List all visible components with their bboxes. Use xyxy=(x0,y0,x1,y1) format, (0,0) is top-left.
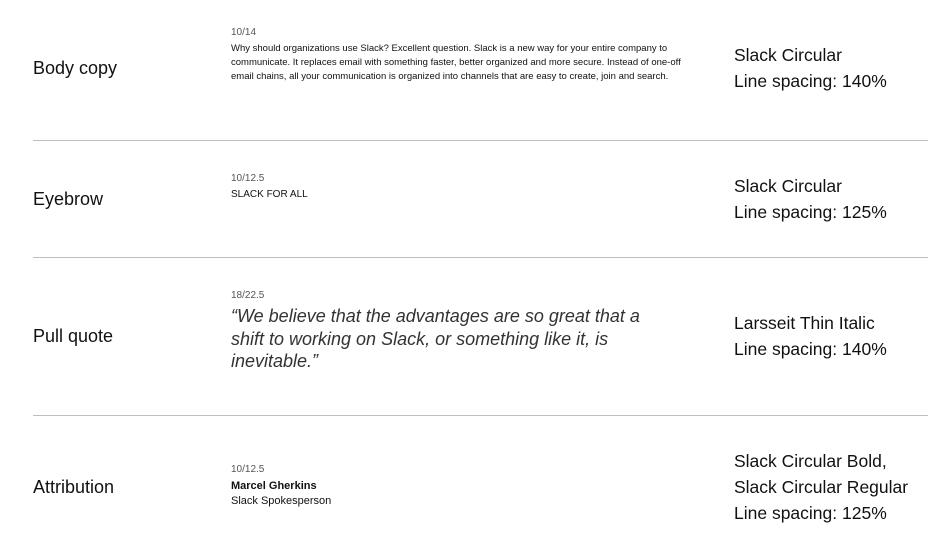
size-spec: 10/14 xyxy=(231,27,257,38)
type-row-attribution: Attribution 10/12.5 Marcel Gherkins Slac… xyxy=(33,416,928,552)
type-row-pull-quote: Pull quote 18/22.5 “We believe that the … xyxy=(33,258,928,415)
line-spacing: Line spacing: 140% xyxy=(734,71,887,91)
type-spec: 10/12.5 SLACK FOR ALL xyxy=(231,173,681,201)
sample-text: SLACK FOR ALL xyxy=(231,189,308,200)
font-info: Slack Circular Bold, Slack Circular Regu… xyxy=(734,448,908,526)
style-name: Body copy xyxy=(33,58,118,78)
type-row-body-copy: Body copy 10/14 Why should organizations… xyxy=(33,0,928,140)
size-spec: 18/22.5 xyxy=(231,290,265,301)
font-info: Larsseit Thin Italic Line spacing: 140% xyxy=(734,310,887,362)
sample-text: “We believe that the advantages are so g… xyxy=(231,306,640,371)
line-spacing: Line spacing: 125% xyxy=(734,503,887,523)
size-spec: 10/12.5 xyxy=(231,173,265,184)
line-spacing: Line spacing: 125% xyxy=(734,202,887,222)
font-name: Larsseit Thin Italic xyxy=(734,313,875,333)
style-name: Eyebrow xyxy=(33,189,104,209)
type-spec: 10/12.5 Marcel Gherkins Slack Spokespers… xyxy=(231,464,681,509)
style-name: Pull quote xyxy=(33,326,114,346)
font-info: Slack Circular Line spacing: 140% xyxy=(734,42,887,94)
size-spec: 10/12.5 xyxy=(231,464,265,475)
sample-title: Slack Spokesperson xyxy=(231,495,332,507)
font-name: Slack Circular xyxy=(734,176,842,196)
style-name: Attribution xyxy=(33,477,115,497)
sample-text: Why should organizations use Slack? Exce… xyxy=(231,43,681,82)
sample-name: Marcel Gherkins xyxy=(231,480,317,492)
font-name-secondary: Slack Circular Regular xyxy=(734,477,909,497)
font-info: Slack Circular Line spacing: 125% xyxy=(734,173,887,225)
line-spacing: Line spacing: 140% xyxy=(734,339,887,359)
type-row-eyebrow: Eyebrow 10/12.5 SLACK FOR ALL Slack Circ… xyxy=(33,141,928,257)
font-name: Slack Circular xyxy=(734,45,842,65)
type-spec: 18/22.5 “We believe that the advantages … xyxy=(231,290,681,373)
type-spec: 10/14 Why should organizations use Slack… xyxy=(231,27,681,84)
font-name: Slack Circular Bold, xyxy=(734,451,887,471)
